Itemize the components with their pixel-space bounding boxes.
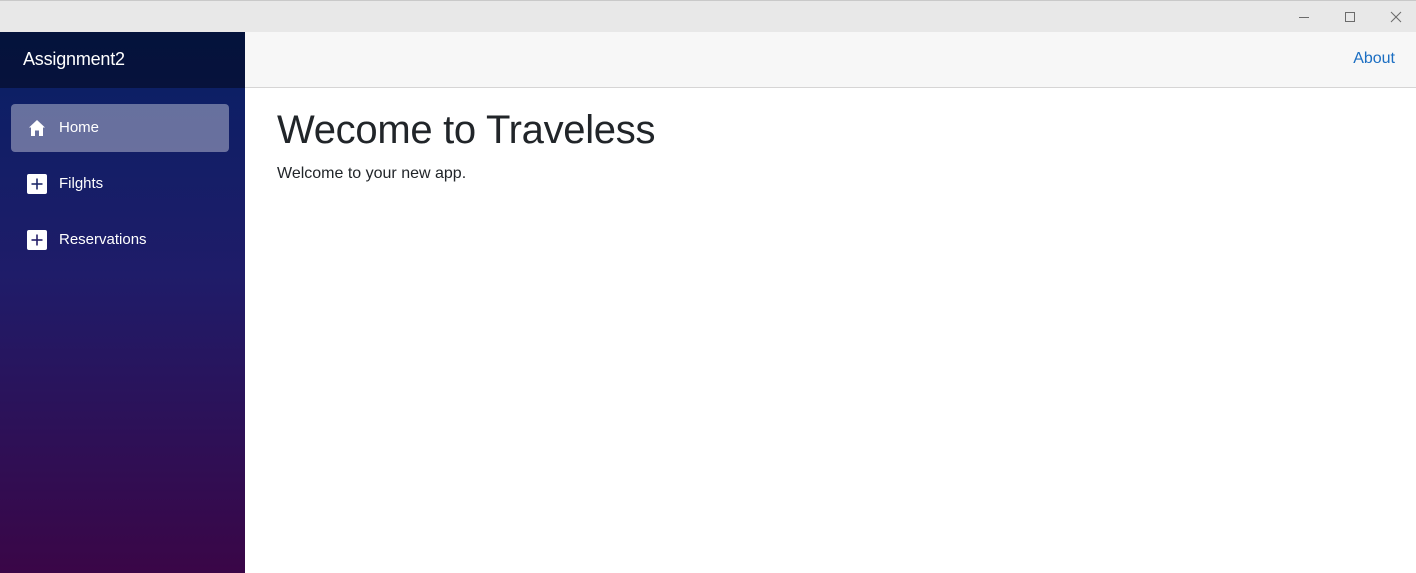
- app-window: Assignment2 Home Filghts Reservations Ab…: [0, 0, 1416, 573]
- nav-label-reservations: Reservations: [59, 231, 147, 248]
- nav-item-reservations[interactable]: Reservations: [11, 216, 229, 264]
- title-bar: [0, 0, 1416, 32]
- close-icon: [1390, 11, 1402, 23]
- home-icon: [27, 118, 47, 138]
- top-row: About: [245, 32, 1416, 88]
- nav-item-flights[interactable]: Filghts: [11, 160, 229, 208]
- page-title: Wecome to Traveless: [277, 108, 656, 152]
- page-text: Welcome to your new app.: [277, 165, 467, 182]
- about-link[interactable]: About: [1353, 50, 1395, 68]
- nav-label-home: Home: [59, 119, 100, 136]
- nav-label-flights: Filghts: [59, 175, 104, 192]
- close-button[interactable]: [1373, 1, 1416, 33]
- sidebar: Assignment2 Home Filghts Reservations: [0, 32, 245, 573]
- maximize-button[interactable]: [1327, 1, 1373, 33]
- minimize-button[interactable]: [1281, 1, 1327, 33]
- minimize-icon: [1299, 17, 1309, 18]
- nav-item-home[interactable]: Home: [11, 104, 229, 152]
- plus-icon: [27, 174, 47, 194]
- sidebar-header: Assignment2: [0, 32, 245, 88]
- plus-icon: [27, 230, 47, 250]
- maximize-icon: [1345, 12, 1355, 22]
- brand-title[interactable]: Assignment2: [23, 49, 125, 70]
